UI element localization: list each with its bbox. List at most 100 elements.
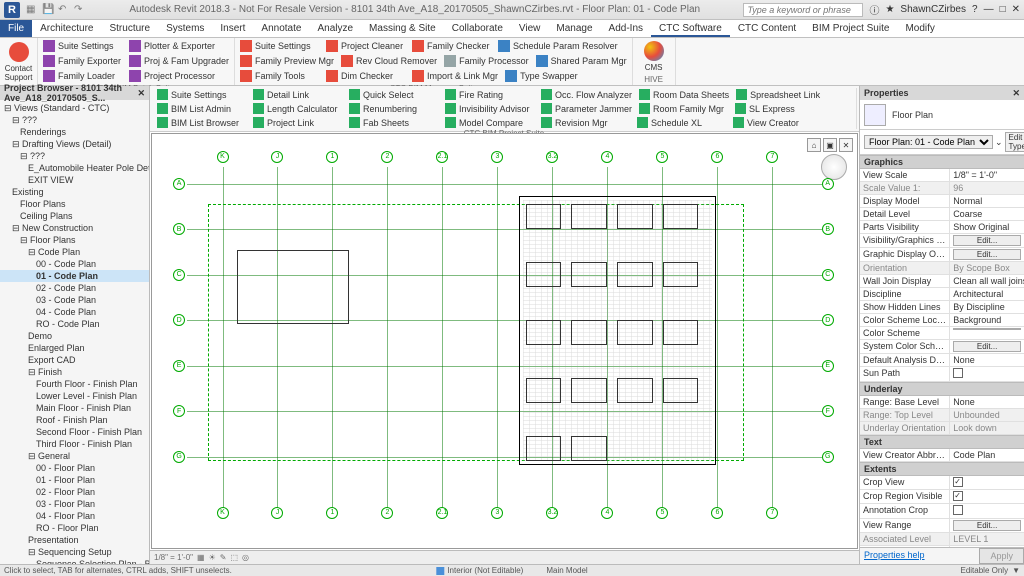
tree-node[interactable]: 03 - Code Plan [0, 294, 149, 306]
tree-node[interactable]: 02 - Floor Plan [0, 486, 149, 498]
grid-bubble[interactable]: 3 [491, 507, 503, 519]
tool-renumbering[interactable]: Renumbering [346, 102, 441, 115]
tab-manage[interactable]: Manage [548, 20, 600, 37]
tree-node[interactable]: RO - Floor Plan [0, 522, 149, 534]
tab-add-ins[interactable]: Add-Ins [601, 20, 651, 37]
qat-open-icon[interactable]: ▦ [26, 4, 38, 16]
filter-icon[interactable]: ▼ [1012, 566, 1020, 575]
prop-checkbox[interactable] [953, 505, 963, 515]
tab-massing-site[interactable]: Massing & Site [361, 20, 444, 37]
tool-room-data-sheets[interactable]: Room Data Sheets [636, 88, 732, 101]
grid-bubble[interactable]: D [173, 314, 185, 326]
tree-node[interactable]: Fourth Floor - Finish Plan [0, 378, 149, 390]
tree-node[interactable]: ⊟ Finish [0, 366, 149, 378]
grid-bubble[interactable]: A [822, 178, 834, 190]
ribbon-family-exporter[interactable]: Family Exporter [40, 54, 125, 68]
prop-row[interactable]: Default Analysis Displ...None [860, 354, 1024, 367]
ribbon-project-cleaner[interactable]: Project Cleaner [323, 39, 408, 53]
tree-node[interactable]: 04 - Floor Plan [0, 510, 149, 522]
tree-node[interactable]: Presentation [0, 534, 149, 546]
workset-icon[interactable] [436, 567, 444, 575]
tree-node[interactable]: Demo [0, 330, 149, 342]
ribbon-family-processor[interactable]: Family Processor [441, 54, 532, 68]
grid-bubble[interactable]: 6 [711, 151, 723, 163]
tree-node[interactable]: Existing [0, 186, 149, 198]
props-section-graphics[interactable]: Graphics [860, 155, 1024, 169]
ribbon-type-swapper[interactable]: Type Swapper [502, 69, 587, 83]
signin-icon[interactable]: ★ [885, 4, 894, 15]
tab-bim-project-suite[interactable]: BIM Project Suite [804, 20, 897, 37]
grid-bubble[interactable]: 5 [656, 507, 668, 519]
tree-node[interactable]: Renderings [0, 126, 149, 138]
ribbon-proj-fam-upgrader[interactable]: Proj & Fam Upgrader [126, 54, 232, 68]
tool-model-compare[interactable]: Model Compare [442, 116, 537, 129]
help-icon[interactable]: ? [972, 4, 978, 15]
prop-checkbox[interactable] [953, 491, 963, 501]
tree-node[interactable]: ⊟ Views (Standard - CTC) [0, 102, 149, 114]
editable-only-label[interactable]: Editable Only [960, 566, 1008, 575]
vc-icon[interactable]: ✎ [220, 553, 227, 562]
tab-structure[interactable]: Structure [101, 20, 158, 37]
props-section-extents[interactable]: Extents [860, 462, 1024, 476]
browser-close-icon[interactable]: ✕ [137, 88, 145, 99]
tree-node[interactable]: Third Floor - Finish Plan [0, 438, 149, 450]
grid-bubble[interactable]: D [822, 314, 834, 326]
tree-node[interactable]: 04 - Code Plan [0, 306, 149, 318]
help-search-input[interactable] [743, 3, 863, 17]
ribbon-shared-param-mgr[interactable]: Shared Param Mgr [533, 54, 630, 68]
tab-view[interactable]: View [511, 20, 549, 37]
prop-row[interactable]: Visibility/Graphics Ov...Edit... [860, 234, 1024, 248]
prop-edit-button[interactable]: Edit... [953, 235, 1021, 246]
tool-view-creator[interactable]: View Creator [730, 116, 825, 129]
tool-quick-select[interactable]: Quick Select [346, 88, 441, 101]
prop-row[interactable]: View RangeEdit... [860, 519, 1024, 533]
prop-row[interactable]: Crop Region Visible [860, 490, 1024, 504]
grid-bubble[interactable]: G [822, 451, 834, 463]
tool-suite-settings[interactable]: Suite Settings [154, 88, 249, 101]
tree-node[interactable]: Roof - Finish Plan [0, 414, 149, 426]
info-icon[interactable]: ⓘ [869, 2, 879, 17]
qat-undo-icon[interactable]: ↶ [58, 4, 70, 16]
ribbon-family-tools[interactable]: Family Tools [237, 69, 322, 83]
prop-row[interactable]: Detail LevelCoarse [860, 208, 1024, 221]
grid-bubble[interactable]: 7 [766, 507, 778, 519]
grid-bubble[interactable]: 2 [381, 507, 393, 519]
ribbon-import-link-mgr[interactable]: Import & Link Mgr [409, 69, 501, 83]
prop-checkbox[interactable] [953, 477, 963, 487]
apply-button[interactable]: Apply [979, 548, 1024, 564]
tab-architecture[interactable]: Architecture [32, 20, 101, 37]
app-icon[interactable]: R [4, 2, 20, 18]
ribbon-rev-cloud-remover[interactable]: Rev Cloud Remover [338, 54, 440, 68]
grid-bubble[interactable]: F [822, 405, 834, 417]
cms-button[interactable]: CMS [635, 39, 673, 74]
ribbon-schedule-param-resolver[interactable]: Schedule Param Resolver [495, 39, 621, 53]
maximize-icon[interactable]: □ [1000, 4, 1006, 15]
ribbon-family-loader[interactable]: Family Loader [40, 69, 125, 83]
grid-bubble[interactable]: 2 [381, 151, 393, 163]
user-label[interactable]: ShawnCZirbes [900, 4, 966, 15]
vc-icon[interactable]: ⬚ [230, 553, 238, 562]
grid-bubble[interactable]: K [217, 507, 229, 519]
prop-row[interactable]: DisciplineArchitectural [860, 288, 1024, 301]
prop-row[interactable]: Crop View [860, 476, 1024, 490]
qat-redo-icon[interactable]: ↷ [74, 4, 86, 16]
tree-node[interactable]: Floor Plans [0, 198, 149, 210]
ribbon-family-preview-mgr[interactable]: Family Preview Mgr [237, 54, 337, 68]
tool-room-family-mgr[interactable]: Room Family Mgr [636, 102, 731, 115]
grid-bubble[interactable]: J [271, 507, 283, 519]
tool-bim-list-admin[interactable]: BIM List Admin [154, 102, 249, 115]
ribbon-suite-settings[interactable]: Suite Settings [237, 39, 322, 53]
prop-row[interactable]: View Scale1/8" = 1'-0" [860, 169, 1024, 182]
tool-revision-mgr[interactable]: Revision Mgr [538, 116, 633, 129]
ribbon-plotter-exporter[interactable]: Plotter & Exporter [126, 39, 218, 53]
tree-node[interactable]: ⊟ New Construction [0, 222, 149, 234]
prop-row[interactable]: Parts VisibilityShow Original [860, 221, 1024, 234]
prop-row[interactable]: Color Scheme LocationBackground [860, 314, 1024, 327]
grid-bubble[interactable]: 6 [711, 507, 723, 519]
props-close-icon[interactable]: ✕ [1012, 88, 1020, 99]
tree-node[interactable]: Second Floor - Finish Plan [0, 426, 149, 438]
prop-row[interactable]: System Color SchemesEdit... [860, 340, 1024, 354]
tree-node[interactable]: Ceiling Plans [0, 210, 149, 222]
tree-node[interactable]: ⊟ General [0, 450, 149, 462]
tree-node[interactable]: RO - Code Plan [0, 318, 149, 330]
